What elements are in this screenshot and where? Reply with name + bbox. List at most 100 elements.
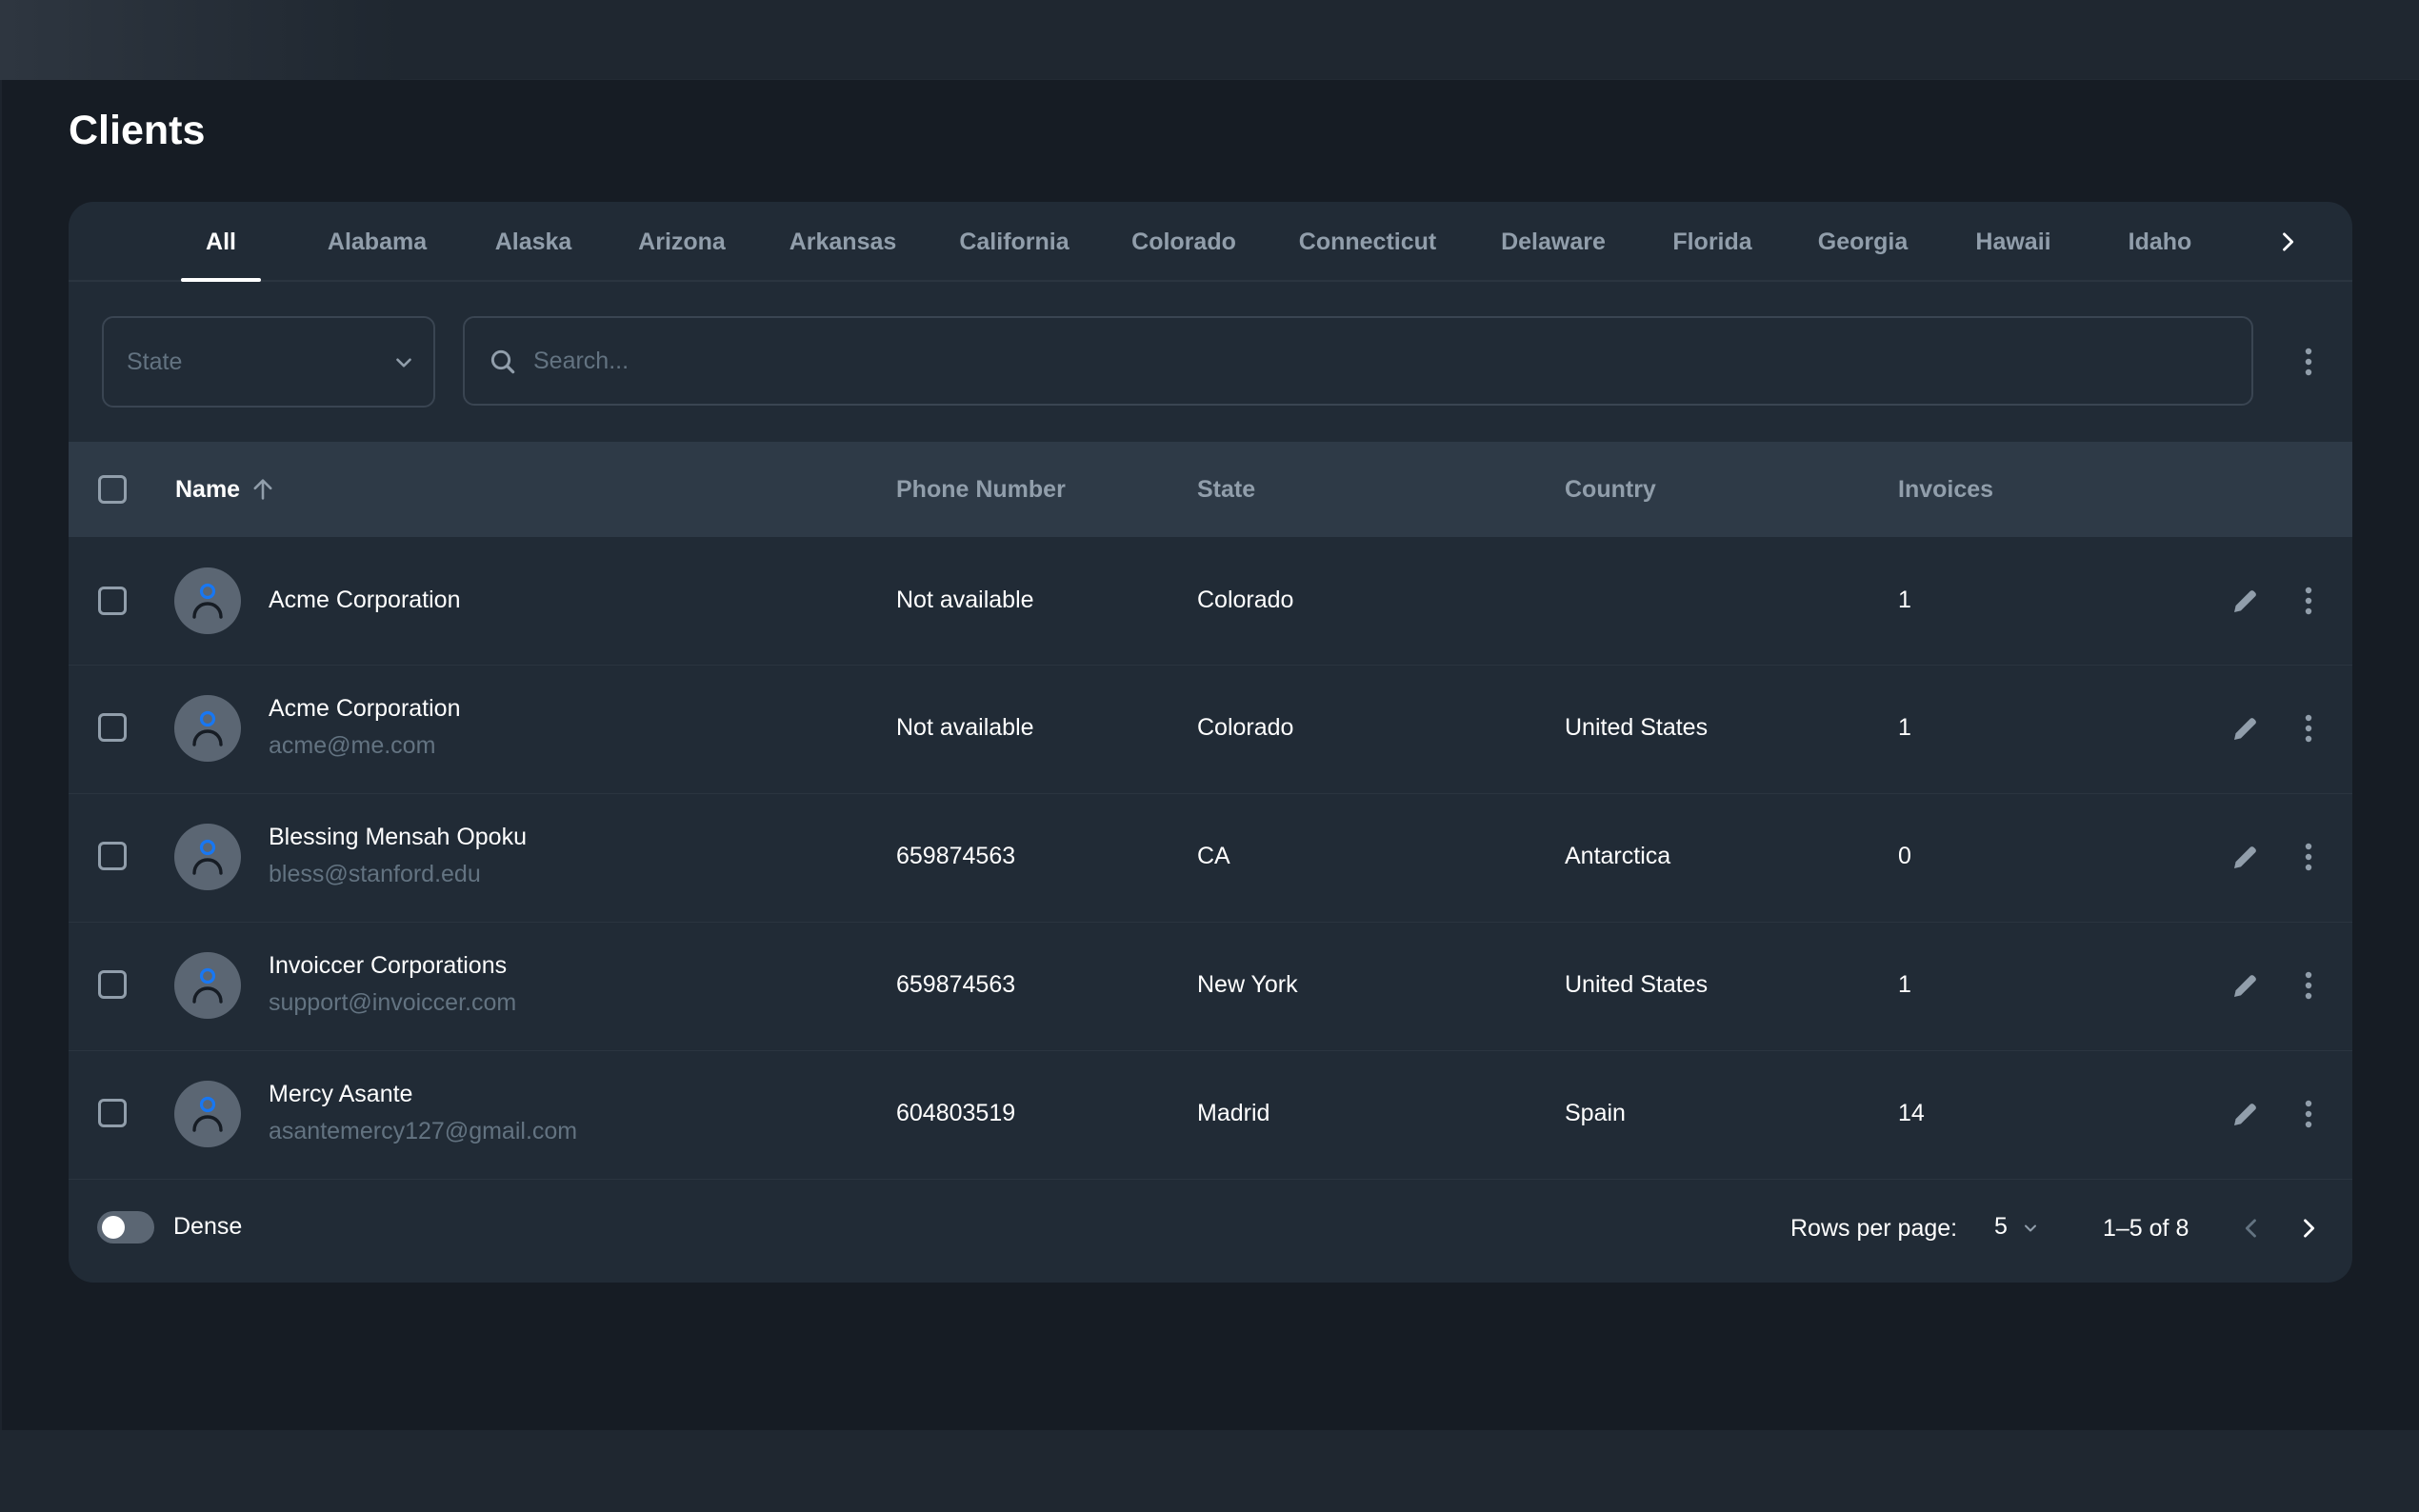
chevron-down-icon (2025, 1224, 2036, 1232)
row-more-button[interactable] (2288, 836, 2329, 878)
table-header: Name Phone Number State Country Invoices (69, 442, 2352, 537)
state-select[interactable]: State (102, 316, 435, 408)
client-email: bless@stanford.edu (269, 861, 481, 887)
client-phone: 659874563 (896, 971, 1016, 998)
pencil-icon (2234, 718, 2256, 740)
column-header-country[interactable]: Country (1565, 442, 1656, 537)
left-divider (0, 80, 2, 1430)
tab-alaska[interactable]: Alaska (495, 202, 572, 282)
table-row[interactable]: Invoiccer Corporations support@invoiccer… (69, 923, 2352, 1051)
row-checkbox[interactable] (98, 970, 127, 999)
client-state: Colorado (1197, 714, 1294, 741)
tab-arkansas[interactable]: Arkansas (790, 202, 897, 282)
row-checkbox[interactable] (98, 1099, 127, 1127)
more-vertical-icon (2305, 971, 2312, 1000)
chevron-left-icon (2245, 1219, 2256, 1238)
table-row[interactable]: Acme Corporation Not available Colorado … (69, 537, 2352, 666)
client-state: CA (1197, 843, 1230, 869)
select-all-checkbox[interactable] (98, 475, 127, 504)
client-country: Spain (1565, 1100, 1626, 1126)
client-state: Madrid (1197, 1100, 1270, 1126)
client-phone: 659874563 (896, 843, 1016, 869)
client-invoices: 0 (1898, 843, 1911, 869)
client-invoices: 1 (1898, 714, 1911, 741)
column-header-phone[interactable]: Phone Number (896, 442, 1066, 537)
pencil-icon (2234, 1104, 2256, 1125)
active-tab-indicator (181, 278, 261, 282)
rows-per-page-value: 5 (1994, 1213, 2008, 1240)
tabs-scroll-next-button[interactable] (2265, 219, 2310, 265)
column-header-invoices[interactable]: Invoices (1898, 442, 1993, 537)
edit-button[interactable] (2225, 836, 2267, 878)
row-more-button[interactable] (2288, 707, 2329, 749)
client-name: Mercy Asante (269, 1081, 413, 1107)
person-icon (192, 710, 223, 746)
tab-all[interactable]: All (206, 202, 236, 282)
tab-arizona[interactable]: Arizona (638, 202, 726, 282)
client-country: Antarctica (1565, 843, 1671, 869)
edit-button[interactable] (2225, 580, 2267, 622)
client-email: asantemercy127@gmail.com (269, 1118, 578, 1144)
toolbar-more-button[interactable] (2288, 341, 2329, 383)
search-input[interactable] (533, 318, 2229, 404)
tab-idaho[interactable]: Idaho (2129, 202, 2192, 282)
edit-button[interactable] (2225, 965, 2267, 1006)
tab-connecticut[interactable]: Connecticut (1299, 202, 1436, 282)
dense-label: Dense (173, 1213, 243, 1240)
rows-per-page-select[interactable]: 5 (1992, 1213, 2049, 1243)
client-phone: 604803519 (896, 1100, 1016, 1126)
pencil-icon (2234, 846, 2256, 868)
pencil-icon (2234, 975, 2256, 997)
tab-california[interactable]: California (959, 202, 1069, 282)
arrow-up-icon[interactable] (250, 476, 276, 503)
client-country: United States (1565, 714, 1709, 741)
more-vertical-icon (2305, 587, 2312, 615)
tab-colorado[interactable]: Colorado (1131, 202, 1236, 282)
tab-hawaii[interactable]: Hawaii (1975, 202, 2050, 282)
person-icon (192, 967, 223, 1004)
client-invoices: 1 (1898, 971, 1911, 998)
tab-georgia[interactable]: Georgia (1818, 202, 1908, 282)
row-more-button[interactable] (2288, 965, 2329, 1006)
pagination-range: 1–5 of 8 (2103, 1215, 2189, 1242)
tab-florida[interactable]: Florida (1672, 202, 1751, 282)
chevron-down-icon (396, 358, 411, 368)
bottom-bar (0, 1430, 2419, 1512)
search-icon (490, 349, 515, 374)
column-header-name[interactable]: Name (175, 442, 240, 537)
toggle-knob (102, 1216, 125, 1239)
client-email: support@invoiccer.com (269, 989, 517, 1016)
more-vertical-icon (2305, 348, 2312, 376)
dense-toggle[interactable] (97, 1211, 154, 1243)
tab-alabama[interactable]: Alabama (328, 202, 427, 282)
next-page-button[interactable] (2288, 1207, 2329, 1249)
client-invoices: 14 (1898, 1100, 1925, 1126)
more-vertical-icon (2305, 1100, 2312, 1128)
chevron-right-icon (2283, 232, 2294, 251)
row-checkbox[interactable] (98, 587, 127, 615)
table-row[interactable]: Mercy Asante asantemercy127@gmail.com 60… (69, 1051, 2352, 1180)
table-row[interactable]: Acme Corporation acme@me.com Not availab… (69, 666, 2352, 794)
previous-page-button[interactable] (2230, 1207, 2272, 1249)
more-vertical-icon (2305, 843, 2312, 871)
tab-delaware[interactable]: Delaware (1501, 202, 1606, 282)
more-vertical-icon (2305, 714, 2312, 743)
client-name: Blessing Mensah Opoku (269, 824, 527, 850)
edit-button[interactable] (2225, 707, 2267, 749)
client-email: acme@me.com (269, 732, 436, 759)
row-more-button[interactable] (2288, 1093, 2329, 1135)
pencil-icon (2234, 590, 2256, 612)
client-name: Invoiccer Corporations (269, 952, 508, 979)
client-phone: Not available (896, 714, 1034, 741)
column-header-state[interactable]: State (1197, 442, 1255, 537)
row-checkbox[interactable] (98, 713, 127, 742)
state-tabs: All Alabama Alaska Arizona Arkansas Cali… (69, 202, 2352, 282)
edit-button[interactable] (2225, 1093, 2267, 1135)
chevron-right-icon (2304, 1219, 2315, 1238)
page-title: Clients (69, 108, 206, 153)
client-phone: Not available (896, 587, 1034, 613)
row-more-button[interactable] (2288, 580, 2329, 622)
row-checkbox[interactable] (98, 842, 127, 870)
rows-per-page-label: Rows per page: (1790, 1215, 1958, 1242)
table-row[interactable]: Blessing Mensah Opoku bless@stanford.edu… (69, 794, 2352, 923)
